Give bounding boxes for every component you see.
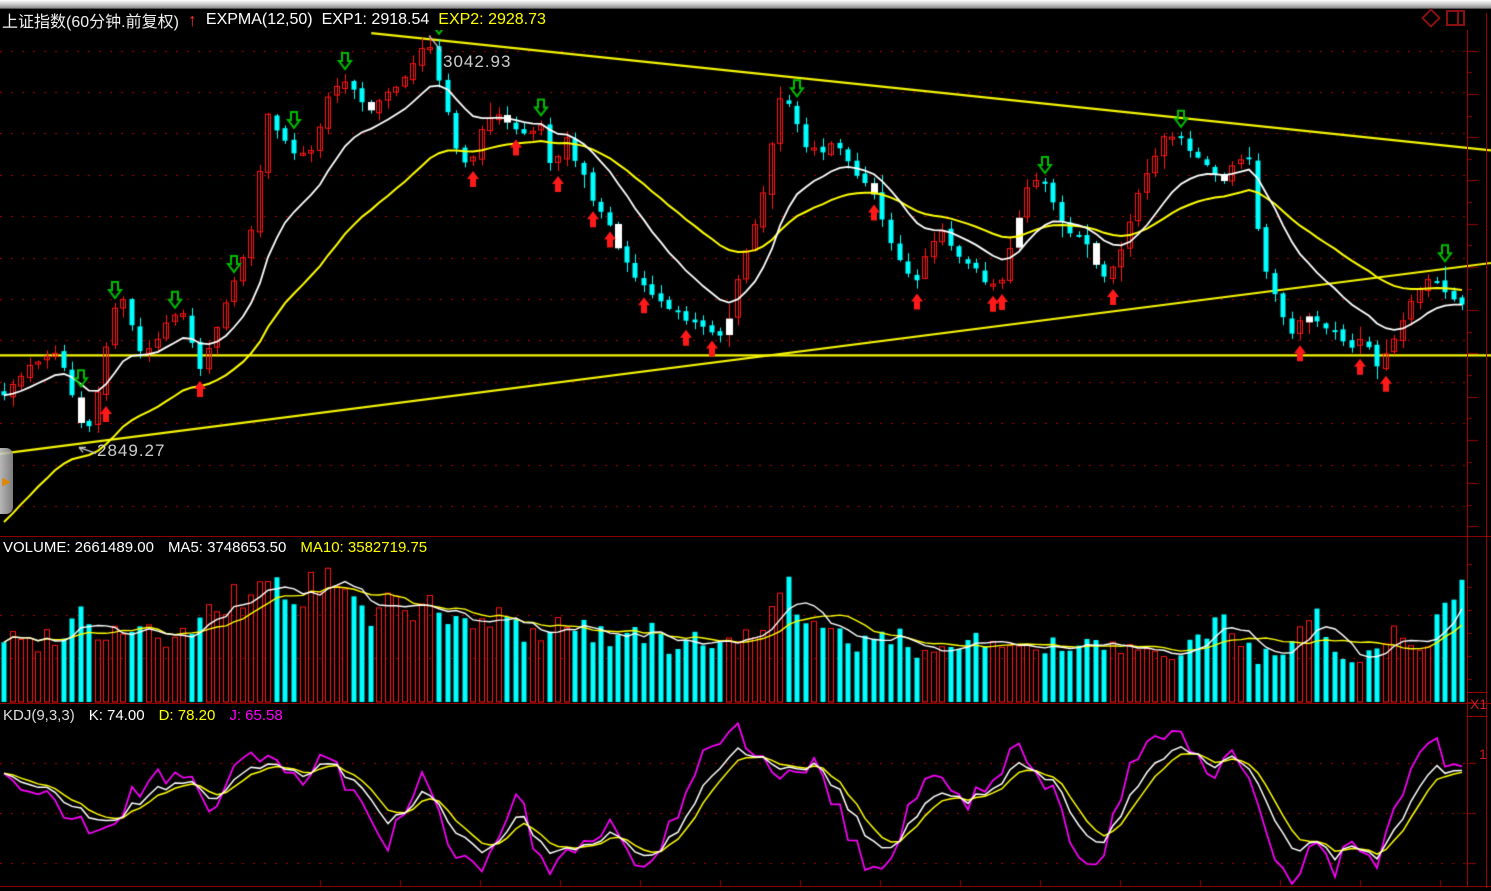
kdj-j-label: J: 65.58	[229, 707, 282, 724]
kdj-axis-value: 1	[1479, 746, 1487, 762]
peak-price-annotation: 3042.93	[443, 52, 511, 72]
kdj-chart-canvas[interactable]	[0, 705, 1491, 891]
main-volume-separator	[0, 536, 1491, 537]
expander-arrow-icon: ▶	[2, 475, 10, 488]
diamond-icon[interactable]	[1421, 8, 1441, 28]
stock-terminal-window: 上证指数(60分钟.前复权) ↑ EXPMA(12,50) EXP1: 2918…	[0, 0, 1491, 891]
volume-chart-canvas[interactable]	[0, 537, 1491, 703]
right-axis-line	[1467, 30, 1468, 886]
sidebar-expander-tab[interactable]: ▶	[0, 448, 13, 514]
main-chart-header: 上证指数(60分钟.前复权) ↑ EXPMA(12,50) EXP1: 2918…	[2, 9, 546, 31]
x1-pane-label: X1	[1470, 696, 1487, 712]
symbol-period-label[interactable]: 上证指数(60分钟.前复权)	[2, 8, 179, 32]
kdj-name-label[interactable]: KDJ(9,3,3)	[3, 707, 75, 724]
window-top-edge	[0, 0, 1491, 9]
indicator-name-label[interactable]: EXPMA(12,50)	[206, 11, 313, 29]
volume-ma5-label: MA5: 3748653.50	[168, 539, 286, 556]
volume-ma10-label: MA10: 3582719.75	[300, 539, 427, 556]
split-window-icon[interactable]	[1446, 10, 1465, 26]
exp2-value-label: EXP2: 2928.73	[438, 11, 546, 29]
exp1-value-label: EXP1: 2918.54	[322, 11, 430, 29]
kdj-panel-header: KDJ(9,3,3) K: 74.00 D: 78.20 J: 65.58	[3, 707, 283, 724]
trend-up-arrow-icon: ↑	[188, 12, 197, 28]
kdj-k-label: K: 74.00	[89, 707, 145, 724]
split-window-icon-divider	[1457, 12, 1459, 24]
volume-kdj-separator	[0, 703, 1491, 704]
volume-value-label: VOLUME: 2661489.00	[3, 539, 154, 556]
bottom-axis-line	[0, 886, 1491, 887]
trough-price-annotation: 2849.27	[97, 441, 165, 461]
main-price-chart-canvas[interactable]	[0, 30, 1491, 537]
volume-panel-header: VOLUME: 2661489.00 MA5: 3748653.50 MA10:…	[3, 539, 427, 556]
kdj-d-label: D: 78.20	[159, 707, 216, 724]
x1-box-bottom	[1467, 716, 1487, 717]
x1-box-top	[1467, 692, 1487, 693]
